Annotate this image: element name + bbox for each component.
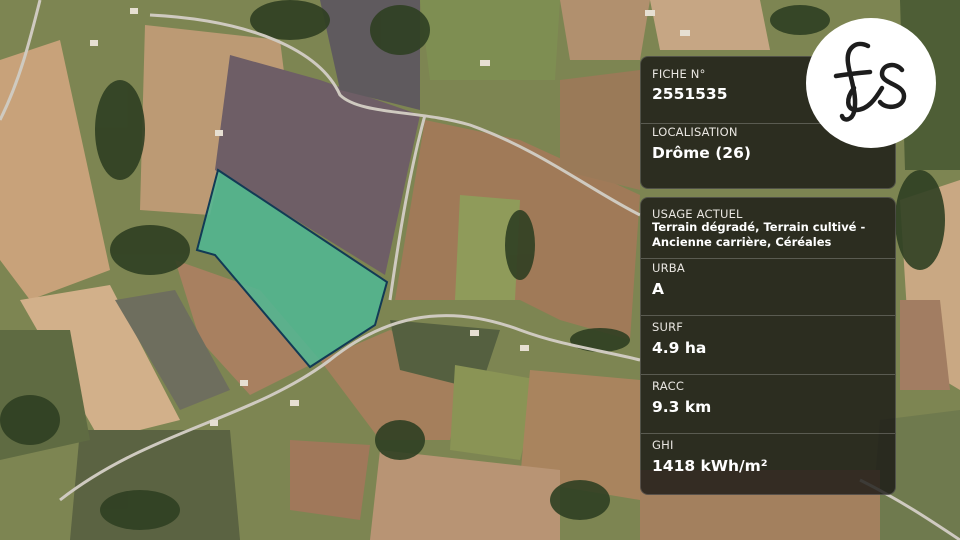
divider xyxy=(641,374,895,375)
fiche-value: 2551535 xyxy=(652,85,728,103)
divider xyxy=(641,258,895,259)
usage-value: Terrain dégradé, Terrain cultivé - Ancie… xyxy=(652,220,866,249)
field xyxy=(560,70,640,190)
urba-value: A xyxy=(652,280,664,298)
fs-logo-icon xyxy=(806,18,936,148)
surf-label: SURF xyxy=(652,320,684,334)
surf-value: 4.9 ha xyxy=(652,339,707,357)
field xyxy=(290,440,370,520)
usage-label: USAGE ACTUEL xyxy=(652,207,743,221)
urba-label: URBA xyxy=(652,261,685,275)
divider xyxy=(641,433,895,434)
racc-value: 9.3 km xyxy=(652,398,712,416)
localisation-label: LOCALISATION xyxy=(652,125,738,139)
field xyxy=(650,0,770,50)
ghi-label: GHI xyxy=(652,438,674,452)
racc-label: RACC xyxy=(652,379,685,393)
field xyxy=(560,0,650,60)
divider xyxy=(641,315,895,316)
localisation-value: Drôme (26) xyxy=(652,144,751,162)
fiche-label: FICHE N° xyxy=(652,67,706,81)
ghi-value: 1418 kWh/m² xyxy=(652,457,768,475)
field xyxy=(420,0,560,80)
info-card-details: USAGE ACTUEL Terrain dégradé, Terrain cu… xyxy=(640,197,896,495)
